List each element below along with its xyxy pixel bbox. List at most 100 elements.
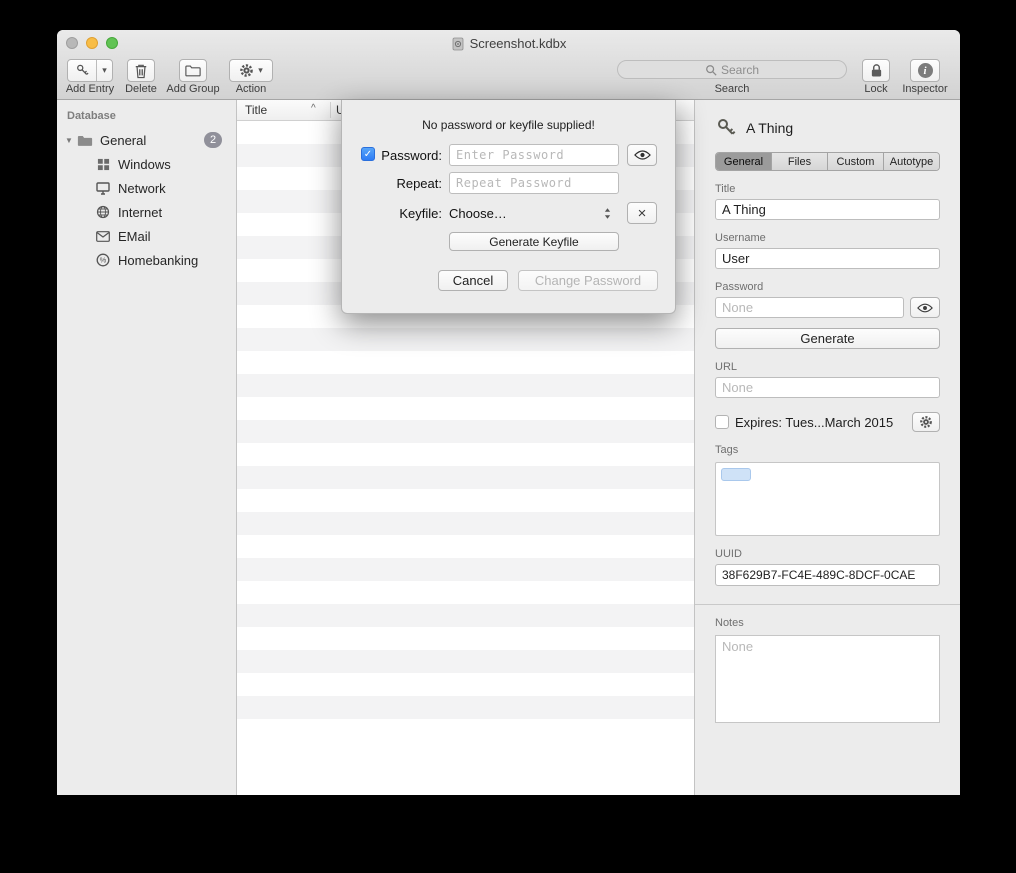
uuid-field[interactable] — [715, 564, 940, 586]
reveal-password-button[interactable] — [910, 297, 940, 318]
disclosure-triangle-icon[interactable]: ▼ — [65, 136, 77, 145]
url-field[interactable] — [715, 377, 940, 398]
info-icon: i — [918, 63, 933, 78]
add-entry-dropdown[interactable]: ▾ — [97, 60, 112, 81]
search-input[interactable]: Search — [617, 60, 847, 79]
tab-autotype[interactable]: Autotype — [884, 153, 939, 170]
column-header-title[interactable]: Title — [245, 103, 267, 117]
key-icon — [715, 117, 737, 139]
tab-custom[interactable]: Custom — [828, 153, 884, 170]
sidebar-item-network[interactable]: Network — [57, 176, 236, 200]
desktop: { "icons": { "dropdown": "▾", "disclosur… — [0, 0, 1016, 873]
folder-plus-icon — [185, 64, 201, 77]
gear-icon — [919, 415, 933, 429]
close-icon: × — [638, 206, 647, 221]
sidebar-item-label: Internet — [118, 205, 162, 220]
change-password-button-label: Change Password — [535, 273, 641, 288]
tags-field[interactable] — [715, 462, 940, 536]
title-field-label: Title — [715, 183, 940, 195]
sidebar-item-label: EMail — [118, 229, 151, 244]
username-field[interactable] — [715, 248, 940, 269]
inspector-tabs: General Files Custom Autotype — [715, 152, 940, 171]
network-icon — [95, 180, 111, 196]
change-password-button[interactable]: Change Password — [518, 270, 658, 291]
generate-keyfile-button[interactable]: Generate Keyfile — [449, 232, 619, 251]
add-group-button[interactable] — [179, 59, 207, 82]
sort-ascending-icon: ^ — [311, 103, 316, 114]
sidebar: Database ▼ General 2 — [57, 100, 237, 795]
entry-count-badge: 2 — [204, 132, 222, 148]
sidebar-item-email[interactable]: EMail — [57, 224, 236, 248]
window-chrome: Screenshot.kdbx ▾ Add Entry — [57, 30, 960, 100]
inspector-button[interactable]: i — [910, 59, 940, 82]
chevron-down-icon: ▾ — [102, 66, 107, 75]
keyfile-popup[interactable]: Choose… — [449, 202, 619, 224]
sidebar-item-windows[interactable]: Windows — [57, 152, 236, 176]
windows-icon — [95, 156, 111, 172]
eye-icon — [917, 303, 933, 313]
folder-icon — [77, 132, 93, 148]
trash-icon — [134, 63, 148, 79]
search-placeholder: Search — [721, 63, 759, 77]
tab-files[interactable]: Files — [772, 153, 828, 170]
repeat-password-input[interactable] — [449, 172, 619, 194]
password-label: Password: — [342, 148, 442, 163]
sidebar-header: Database — [57, 106, 236, 128]
coin-percent-icon: % — [95, 252, 111, 268]
cancel-button[interactable]: Cancel — [438, 270, 508, 291]
globe-icon — [95, 204, 111, 220]
chevron-down-icon: ▾ — [258, 66, 263, 75]
sidebar-item-label: Homebanking — [118, 253, 198, 268]
action-label: Action — [207, 83, 295, 95]
password-field[interactable] — [715, 297, 904, 318]
change-password-sheet: No password or keyfile supplied! ✓ Passw… — [341, 100, 676, 314]
sidebar-item-homebanking[interactable]: % Homebanking — [57, 248, 236, 272]
sidebar-item-internet[interactable]: Internet — [57, 200, 236, 224]
generate-password-button[interactable]: Generate — [715, 328, 940, 349]
reveal-password-button[interactable] — [627, 144, 657, 166]
keyfile-value: Choose… — [449, 206, 507, 221]
sidebar-item-general[interactable]: ▼ General 2 — [57, 128, 236, 152]
username-field-label: Username — [715, 232, 940, 244]
title-field[interactable] — [715, 199, 940, 220]
app-window: Screenshot.kdbx ▾ Add Entry — [57, 30, 960, 795]
password-field-label: Password — [715, 281, 940, 293]
add-entry-label: Add Entry — [59, 83, 121, 95]
add-entry-button[interactable]: ▾ — [67, 59, 113, 82]
notes-field-label: Notes — [715, 617, 940, 629]
expires-settings-button[interactable] — [912, 412, 940, 432]
entry-title: A Thing — [746, 120, 793, 136]
notes-field[interactable] — [715, 635, 940, 723]
column-divider[interactable] — [330, 102, 331, 118]
password-input[interactable] — [449, 144, 619, 166]
keyfile-label: Keyfile: — [342, 206, 442, 221]
tags-field-label: Tags — [715, 444, 940, 456]
repeat-label: Repeat: — [342, 176, 442, 191]
generate-button-label: Generate — [800, 331, 854, 346]
expires-checkbox[interactable] — [715, 415, 729, 429]
key-icon — [75, 63, 90, 78]
window-title: Screenshot.kdbx — [470, 36, 567, 51]
document-icon — [451, 37, 465, 51]
generate-keyfile-label: Generate Keyfile — [489, 235, 578, 249]
search-icon — [705, 64, 717, 76]
eye-icon — [634, 150, 651, 160]
action-button[interactable]: ▾ — [229, 59, 273, 82]
delete-button[interactable] — [127, 59, 155, 82]
inspector-divider — [695, 604, 960, 605]
expires-row: Expires: Tues...March 2015 — [715, 412, 940, 432]
lock-button[interactable] — [862, 59, 890, 82]
inspector-header: A Thing — [715, 114, 940, 142]
svg-text:%: % — [100, 256, 107, 265]
sidebar-item-label: General — [100, 133, 146, 148]
sidebar-item-label: Windows — [118, 157, 171, 172]
clear-keyfile-button[interactable]: × — [627, 202, 657, 224]
titlebar: Screenshot.kdbx — [57, 30, 960, 57]
sidebar-item-label: Network — [118, 181, 166, 196]
tab-general[interactable]: General — [716, 153, 772, 170]
envelope-icon — [95, 228, 111, 244]
sheet-message: No password or keyfile supplied! — [342, 118, 675, 132]
inspector-panel: A Thing General Files Custom Autotype Ti… — [695, 100, 960, 795]
tag-chip[interactable] — [721, 468, 751, 481]
window-title-area: Screenshot.kdbx — [57, 30, 960, 57]
